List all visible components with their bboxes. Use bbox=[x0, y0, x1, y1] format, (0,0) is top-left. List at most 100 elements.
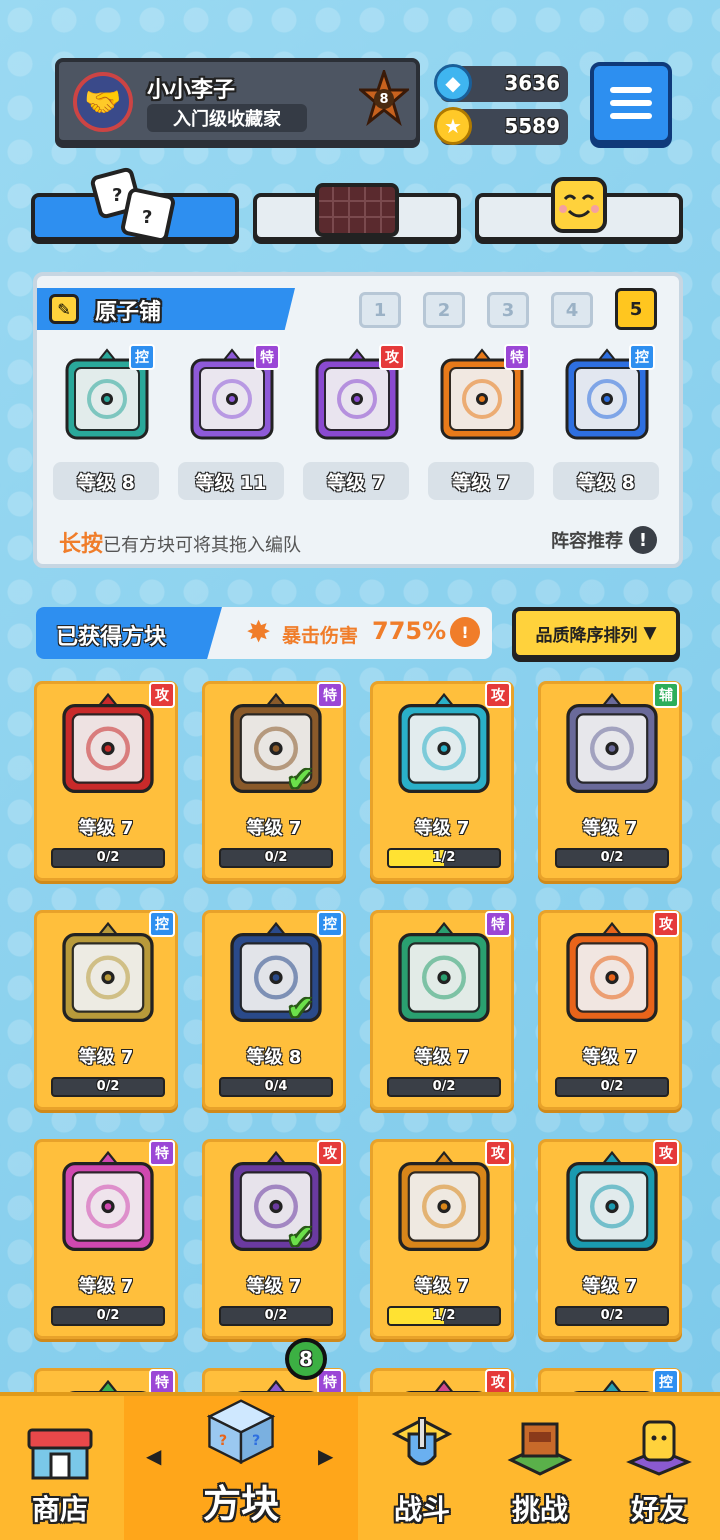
upgrade-progress-bar: 1/2 bbox=[387, 1306, 501, 1326]
block-card[interactable]: 攻等级 7 0/2 bbox=[34, 681, 178, 881]
upgrade-progress-bar: 0/4 bbox=[219, 1077, 333, 1097]
block-card[interactable]: 攻等级 7 1/2 bbox=[370, 681, 514, 881]
nav-friends[interactable]: 好友 bbox=[598, 1396, 720, 1540]
tab-board[interactable] bbox=[253, 183, 461, 241]
svg-text:?: ? bbox=[252, 1433, 260, 1449]
deck-slot-2[interactable]: 2 bbox=[423, 292, 465, 328]
block-card[interactable]: 攻 ✔ 等级 7 0/2 bbox=[202, 1139, 346, 1339]
deck-title-bar: ✎ 原子铺 bbox=[37, 288, 295, 330]
block-card[interactable]: 特 ✔ 等级 7 0/2 bbox=[202, 681, 346, 881]
deck-slot-3[interactable]: 3 bbox=[487, 292, 529, 328]
card-level: 等级 7 bbox=[78, 818, 134, 839]
block-type-tag: 特 bbox=[317, 682, 343, 708]
progress-text: 0/2 bbox=[264, 1308, 288, 1323]
crit-info-icon[interactable]: ! bbox=[450, 617, 480, 647]
avatar[interactable]: 🤝 bbox=[73, 72, 133, 132]
nav-blocks[interactable]: ? ? 方块 bbox=[124, 1396, 358, 1540]
card-level: 等级 7 bbox=[582, 818, 638, 839]
pencil-icon[interactable]: ✎ bbox=[49, 294, 79, 324]
rank-badge[interactable]: 8 bbox=[359, 70, 409, 128]
block-card[interactable]: 控 ✔ 等级 8 0/4 bbox=[202, 910, 346, 1110]
block-type-tag: 攻 bbox=[653, 1140, 679, 1166]
sort-button[interactable]: 品质降序排列 ▼ bbox=[512, 607, 680, 659]
nav-arrow-left-icon[interactable]: ◀ bbox=[146, 1444, 161, 1468]
deck-hint-text: 已有方块可将其拖入编队 bbox=[103, 535, 302, 556]
progress-text: 0/2 bbox=[96, 850, 120, 865]
upgrade-progress-bar: 0/2 bbox=[51, 848, 165, 868]
friend-block-icon bbox=[626, 1420, 692, 1476]
info-icon: ! bbox=[629, 526, 657, 554]
block-cube-icon: ? ? bbox=[206, 1399, 276, 1465]
nav-battle[interactable]: 战斗 bbox=[362, 1396, 482, 1540]
deck-hint-emphasis: 长按 bbox=[59, 532, 104, 557]
block-type-tag: 攻 bbox=[653, 911, 679, 937]
burst-icon: ✸ bbox=[246, 615, 272, 650]
block-type-tag: 攻 bbox=[485, 1140, 511, 1166]
block-card[interactable]: 攻等级 7 0/2 bbox=[538, 1139, 682, 1339]
progress-text: 1/2 bbox=[432, 1308, 456, 1323]
compass-icon bbox=[53, 688, 163, 798]
nav-shop[interactable]: 商店 bbox=[0, 1396, 120, 1540]
progress-text: 0/2 bbox=[600, 850, 624, 865]
jaw-icon bbox=[557, 688, 667, 798]
crit-value: 775% bbox=[372, 617, 447, 645]
upgrade-progress-bar: 0/2 bbox=[555, 848, 669, 868]
nav-battle-label: 战斗 bbox=[393, 1493, 450, 1526]
orbit-icon bbox=[221, 1146, 331, 1256]
chevron-down-icon: ▼ bbox=[643, 623, 657, 643]
block-card[interactable]: 攻等级 7 1/2 bbox=[370, 1139, 514, 1339]
nav-arrow-right-icon[interactable]: ▶ bbox=[318, 1444, 333, 1468]
block-type-tag: 辅 bbox=[653, 682, 679, 708]
upgrade-progress-bar: 0/2 bbox=[51, 1077, 165, 1097]
card-level: 等级 7 bbox=[414, 1276, 470, 1297]
vortex-icon bbox=[557, 1146, 667, 1256]
block-card[interactable]: 辅等级 7 0/2 bbox=[538, 681, 682, 881]
block-card[interactable]: 特等级 7 0/2 bbox=[370, 910, 514, 1110]
block-type-tag: 特 bbox=[485, 911, 511, 937]
menu-icon bbox=[610, 87, 652, 93]
deck-slot-5[interactable]: 5 bbox=[615, 288, 657, 330]
block-type-tag: 控 bbox=[629, 344, 655, 370]
nav-shop-label: 商店 bbox=[31, 1493, 88, 1526]
snowflake-icon bbox=[221, 917, 331, 1027]
upgrade-progress-bar: 1/2 bbox=[387, 848, 501, 868]
tab-emoji[interactable] bbox=[475, 177, 683, 241]
crit-label: 暴击伤害 bbox=[282, 625, 359, 647]
nav-challenge-label: 挑战 bbox=[511, 1493, 568, 1526]
block-card[interactable]: 控等级 7 0/2 bbox=[34, 910, 178, 1110]
block-card[interactable]: 攻等级 7 0/2 bbox=[538, 910, 682, 1110]
card-level: 等级 7 bbox=[246, 818, 302, 839]
dice-icon: ? ? bbox=[90, 167, 175, 241]
coin-counter[interactable]: ★ 5589 bbox=[434, 107, 568, 145]
card-level: 等级 7 bbox=[414, 818, 470, 839]
menu-button[interactable] bbox=[590, 62, 672, 144]
svg-text:?: ? bbox=[219, 1433, 227, 1449]
recommend-button[interactable]: 阵容推荐! bbox=[551, 526, 657, 554]
deck-title: 原子铺 bbox=[95, 300, 162, 325]
svg-text:?: ? bbox=[112, 185, 122, 206]
shop-icon bbox=[27, 1428, 93, 1480]
sort-label: 品质降序排列 bbox=[535, 625, 638, 646]
block-type-tag: 特 bbox=[254, 344, 280, 370]
deck-slot-4[interactable]: 4 bbox=[551, 292, 593, 328]
block-level: 等级 7 bbox=[303, 462, 409, 500]
nav-friends-label: 好友 bbox=[630, 1493, 687, 1526]
block-type-tag: 攻 bbox=[317, 1140, 343, 1166]
block-level: 等级 7 bbox=[428, 462, 534, 500]
card-level: 等级 7 bbox=[582, 1276, 638, 1297]
nav-challenge[interactable]: 挑战 bbox=[482, 1396, 598, 1540]
profile-card[interactable]: 🤝 小小李子 入门级收藏家 8 bbox=[55, 58, 420, 144]
block-card[interactable]: 特等级 7 0/2 bbox=[34, 1139, 178, 1339]
deck-slot-1[interactable]: 1 bbox=[359, 292, 401, 328]
recommend-label: 阵容推荐 bbox=[551, 531, 623, 552]
svg-text:?: ? bbox=[142, 207, 152, 228]
block-type-tag: 控 bbox=[317, 911, 343, 937]
gem-counter[interactable]: ◆ 3636 bbox=[434, 64, 568, 102]
block-type-tag: 特 bbox=[504, 344, 530, 370]
tab-dice[interactable]: ? ? bbox=[31, 167, 239, 241]
castle-icon bbox=[507, 1422, 573, 1476]
deck-hint: 长按已有方块可将其拖入编队 bbox=[59, 526, 301, 558]
player-name: 小小李子 bbox=[147, 78, 236, 103]
upgrade-progress-bar: 0/2 bbox=[387, 1077, 501, 1097]
saw-icon bbox=[557, 917, 667, 1027]
